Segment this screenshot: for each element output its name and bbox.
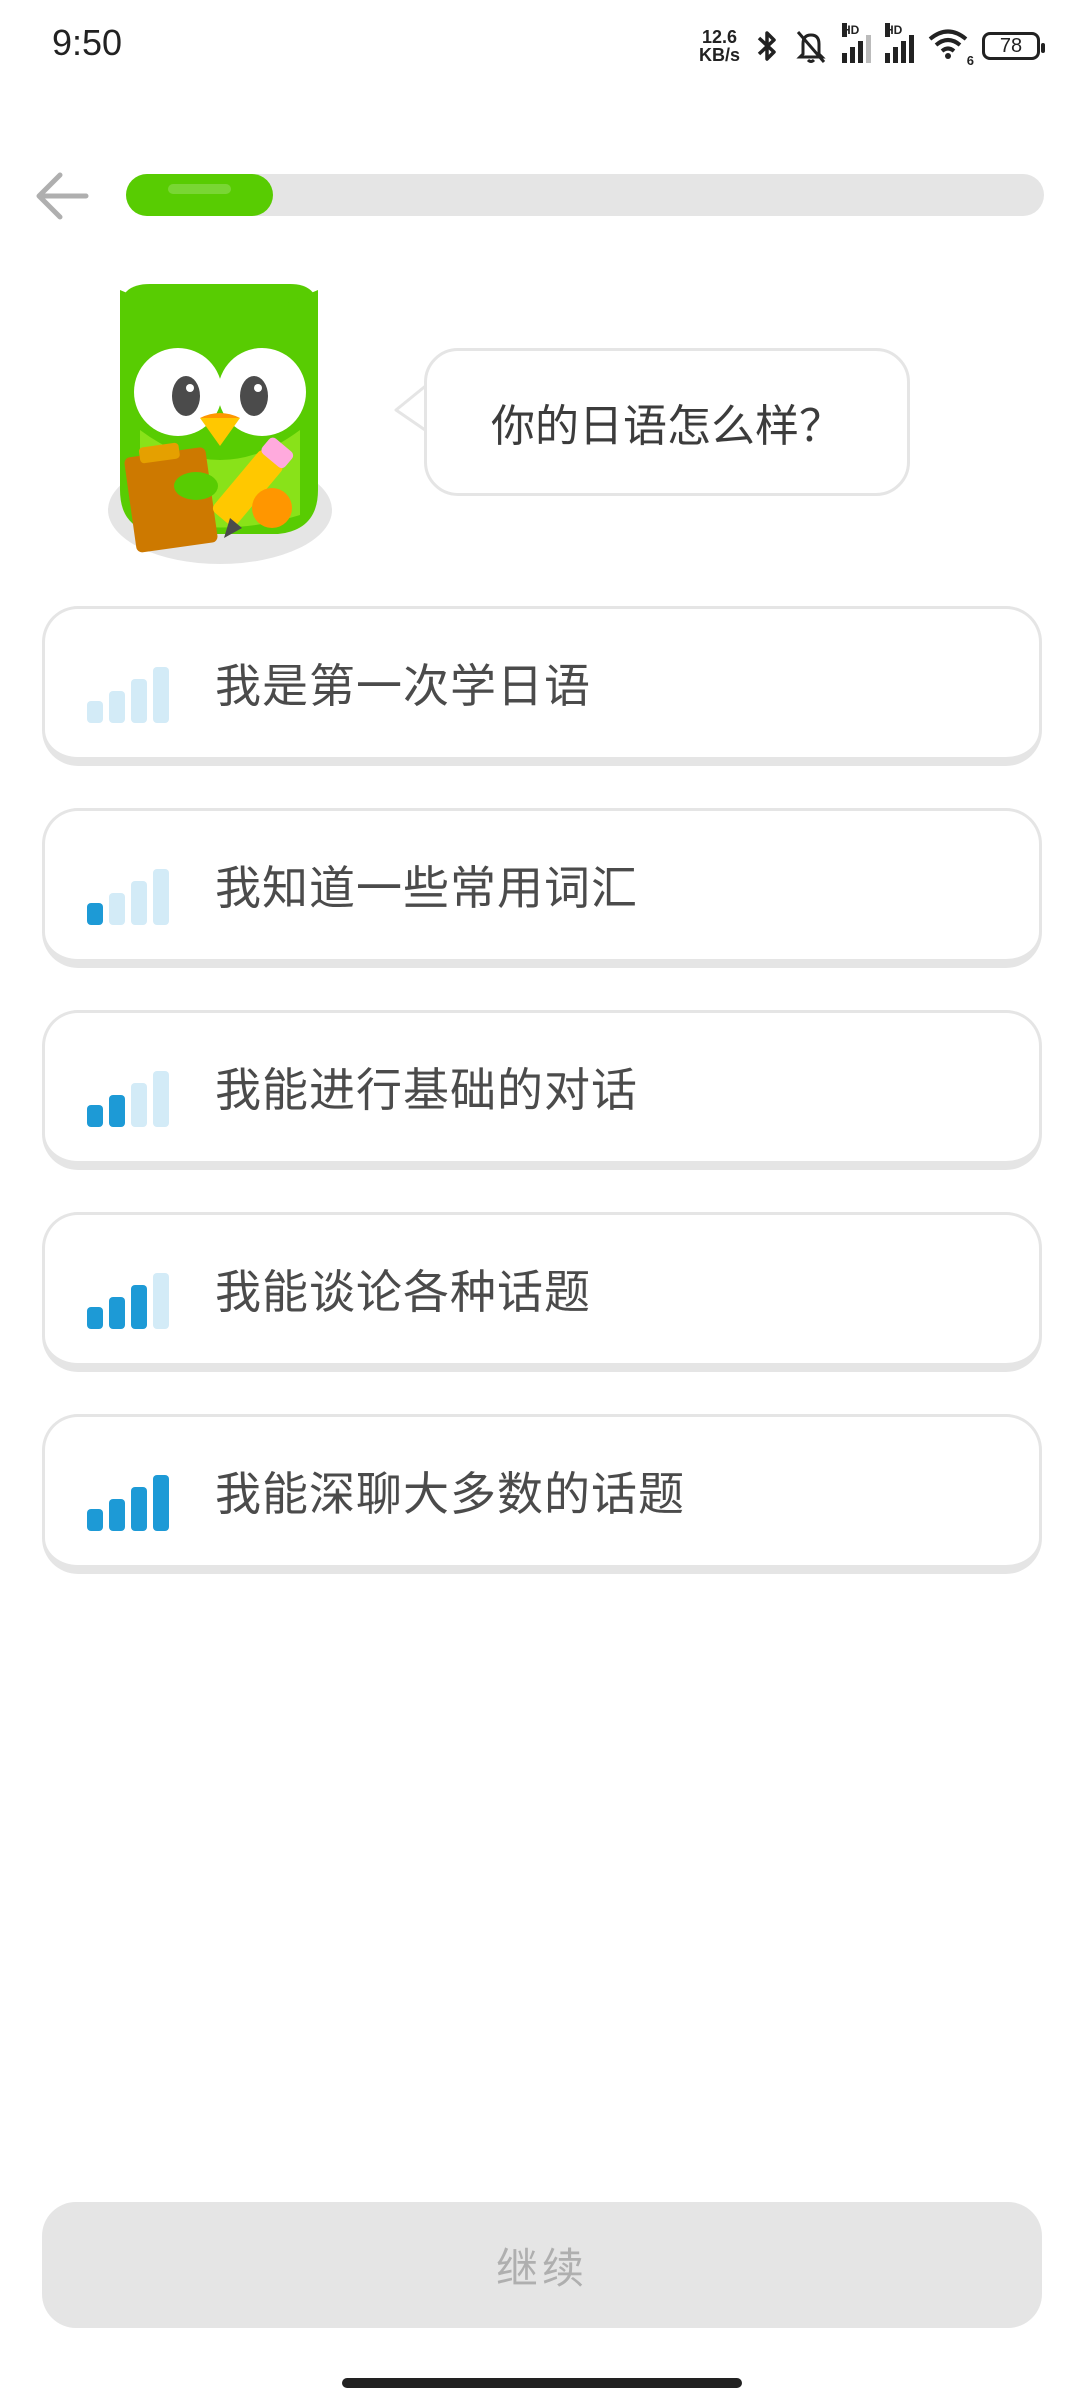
proficiency-bar (87, 903, 103, 925)
proficiency-bar (153, 1475, 169, 1531)
option-label: 我能深聊大多数的话题 (215, 1467, 685, 1521)
proficiency-bar (153, 667, 169, 723)
option-card[interactable]: 我能进行基础的对话 (42, 1010, 1042, 1170)
mute-bell-icon (796, 31, 826, 63)
proficiency-bar (131, 1083, 147, 1127)
proficiency-bar (109, 1297, 125, 1329)
proficiency-bar (131, 1285, 147, 1329)
status-icons: 12.6 KB/s HD HD 6 78 (699, 23, 1045, 68)
option-card[interactable]: 我能深聊大多数的话题 (42, 1414, 1042, 1574)
proficiency-options: 我是第一次学日语 我知道一些常用词汇 我能进行基础的对话 我能谈论各种话题 我能… (42, 606, 1042, 1616)
status-time: 9:50 (52, 22, 123, 63)
battery-icon: 78 (982, 32, 1045, 60)
owl-mascot-icon (108, 284, 332, 564)
signal-icon: HD (885, 23, 914, 63)
hd-label: HD (842, 23, 860, 37)
back-button[interactable] (30, 168, 94, 224)
signal-icon: HD (842, 23, 871, 63)
wifi-icon: 6 (928, 28, 974, 68)
network-speed: 12.6 KB/s (699, 28, 740, 64)
proficiency-bar (87, 1307, 103, 1329)
option-label: 我知道一些常用词汇 (215, 861, 638, 915)
network-speed-value: 12.6 (701, 27, 738, 47)
wifi-sub-label: 6 (966, 53, 974, 68)
option-label: 我能谈论各种话题 (215, 1265, 591, 1319)
status-bar: 9:50 12.6 KB/s HD HD 6 78 (0, 0, 1080, 96)
lesson-progress-bar (126, 174, 1044, 216)
proficiency-bar (153, 869, 169, 925)
option-card[interactable]: 我能谈论各种话题 (42, 1212, 1042, 1372)
proficiency-bar (109, 1095, 125, 1127)
proficiency-bar (87, 1509, 103, 1531)
proficiency-bar (109, 893, 125, 925)
continue-label: 继续 (495, 2244, 588, 2292)
bluetooth-icon (757, 31, 776, 61)
proficiency-bar (87, 1105, 103, 1127)
battery-level: 78 (999, 34, 1023, 57)
progress-shine (168, 184, 231, 194)
proficiency-bar (109, 691, 125, 723)
proficiency-bar (131, 679, 147, 723)
proficiency-bar (153, 1273, 169, 1329)
arrow-left-icon (36, 172, 89, 220)
network-speed-unit: KB/s (698, 45, 740, 65)
proficiency-bar (153, 1071, 169, 1127)
proficiency-bars-icon (87, 667, 169, 723)
proficiency-bars-icon (87, 869, 169, 925)
question-text: 你的日语怎么样？ (491, 401, 843, 452)
option-card[interactable]: 我知道一些常用词汇 (42, 808, 1042, 968)
speech-bubble: 你的日语怎么样？ (424, 348, 910, 496)
proficiency-bar (109, 1499, 125, 1531)
option-label: 我能进行基础的对话 (215, 1063, 638, 1117)
progress-fill (126, 174, 273, 216)
proficiency-bars-icon (87, 1475, 169, 1531)
home-indicator[interactable] (342, 2378, 742, 2388)
proficiency-bars-icon (87, 1273, 169, 1329)
option-card[interactable]: 我是第一次学日语 (42, 606, 1042, 766)
proficiency-bars-icon (87, 1071, 169, 1127)
proficiency-bar (131, 881, 147, 925)
proficiency-bar (131, 1487, 147, 1531)
proficiency-bar (87, 701, 103, 723)
hd-label: HD (885, 23, 903, 37)
option-label: 我是第一次学日语 (215, 659, 591, 713)
continue-button[interactable]: 继续 (42, 2202, 1042, 2328)
